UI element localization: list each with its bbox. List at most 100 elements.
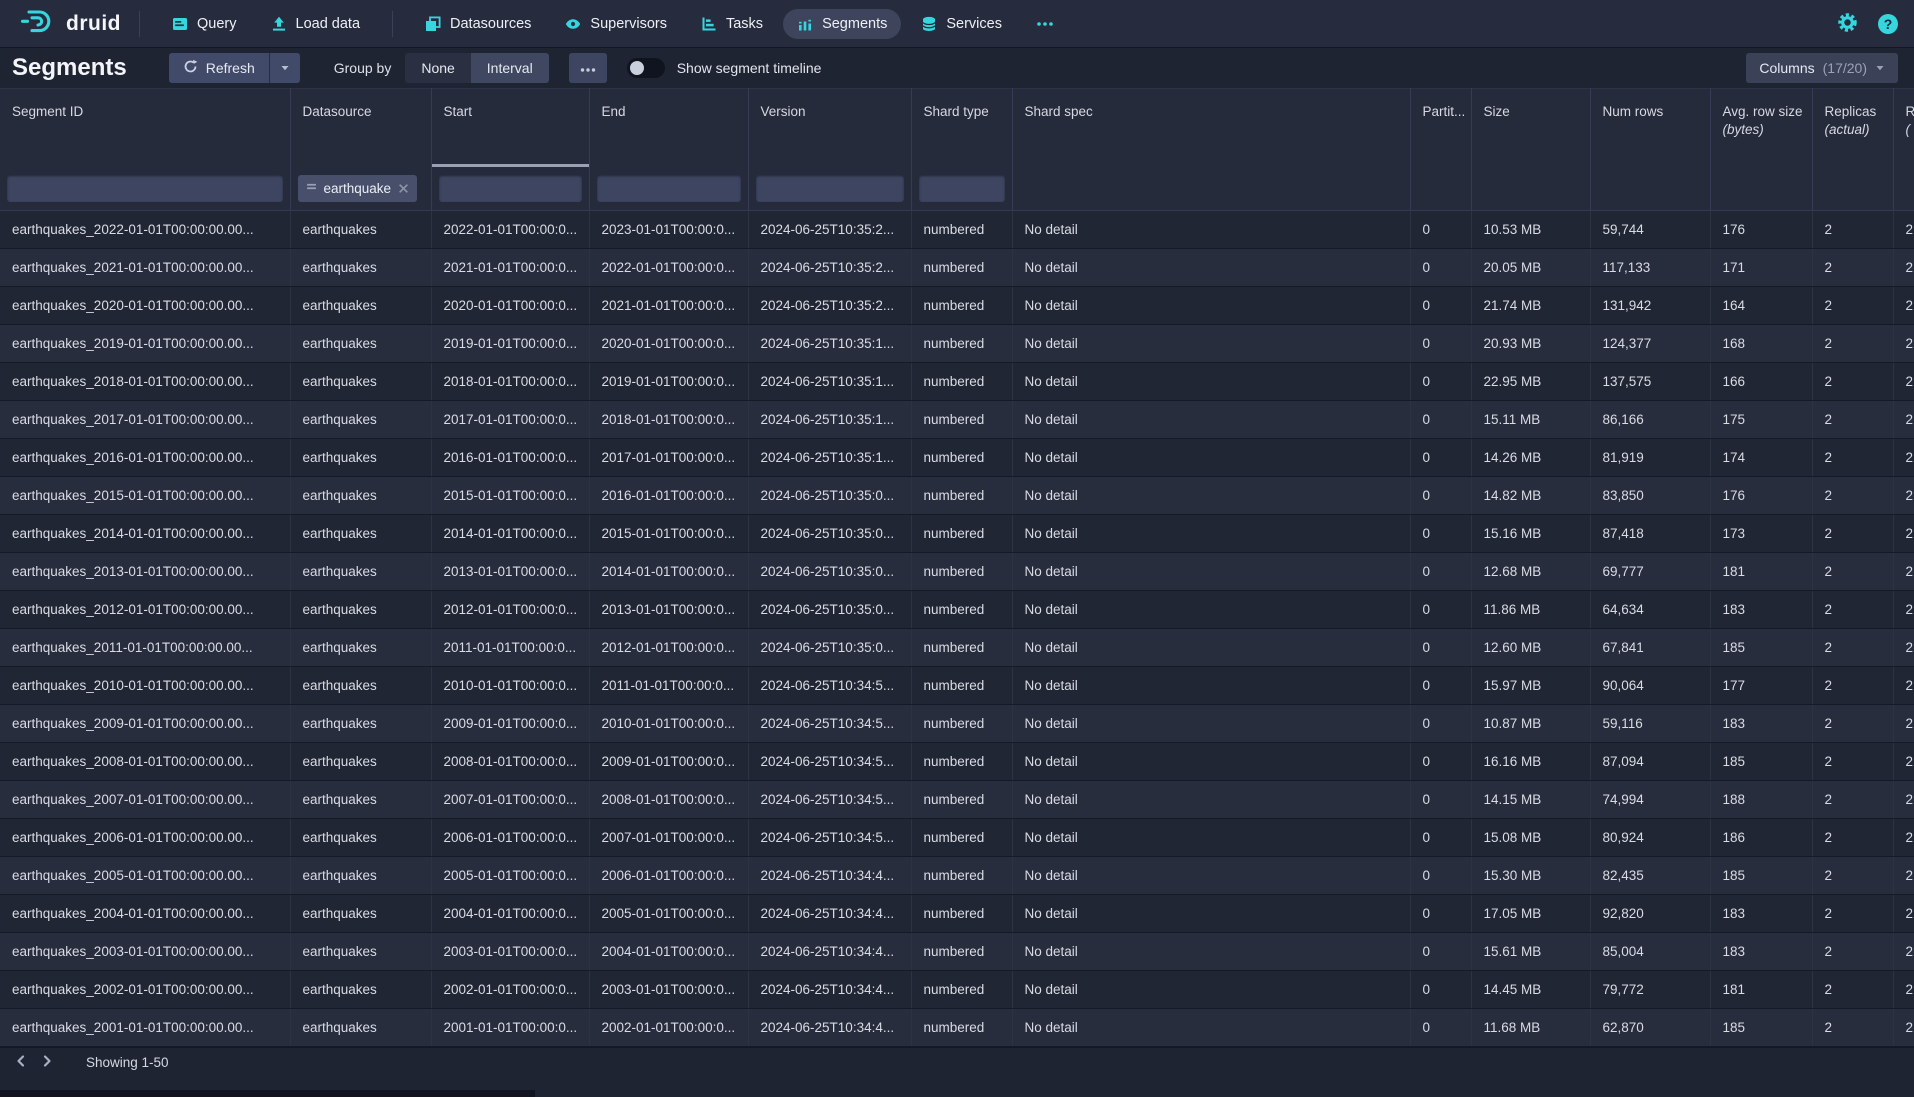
cell-shard-spec: No detail [1012, 667, 1410, 705]
column-header-extra[interactable]: R( [1893, 89, 1914, 167]
filter-input-start[interactable] [439, 175, 582, 202]
filter-row: earthquake [0, 167, 1914, 211]
nav-item-datasources[interactable]: Datasources [411, 9, 545, 39]
filter-cell-replicas [1812, 167, 1893, 211]
group-by-none-button[interactable]: None [405, 53, 470, 83]
column-label: End [602, 104, 740, 119]
cell-start: 2009-01-01T00:00:0... [431, 705, 589, 743]
previous-page-button[interactable] [8, 1050, 34, 1074]
table-row: earthquakes_2003-01-01T00:00:00.00...ear… [0, 933, 1914, 971]
group-by-interval-button[interactable]: Interval [471, 53, 549, 83]
filter-input-shard-type[interactable] [919, 175, 1005, 202]
cell-shard-type: numbered [911, 971, 1012, 1009]
cell-shard-type: numbered [911, 781, 1012, 819]
cell-datasource: earthquakes [290, 743, 431, 781]
cell-segment-id: earthquakes_2011-01-01T00:00:00.00... [0, 629, 290, 667]
nav-divider [392, 11, 393, 37]
nav-item-load-data[interactable]: Load data [257, 9, 375, 39]
cell-extra: 2 [1893, 287, 1914, 325]
gear-icon [1837, 12, 1858, 36]
column-header-datasource[interactable]: Datasource [290, 89, 431, 167]
nav-item-segments[interactable]: Segments [783, 9, 901, 39]
columns-button[interactable]: Columns (17/20) [1746, 53, 1898, 83]
filter-input-end[interactable] [597, 175, 741, 202]
console-icon [172, 16, 188, 32]
filter-input-segment-id[interactable] [7, 175, 283, 202]
refresh-label: Refresh [206, 60, 255, 76]
horizontal-scrollbar-thumb[interactable] [0, 1090, 535, 1097]
nav-item-services[interactable]: Services [907, 9, 1016, 39]
help-icon: ? [1878, 14, 1898, 34]
cell-version: 2024-06-25T10:35:0... [748, 553, 911, 591]
column-header-shard-type[interactable]: Shard type [911, 89, 1012, 167]
help-button[interactable]: ? [1878, 14, 1898, 34]
nav-item-query[interactable]: Query [158, 9, 251, 39]
table-row: earthquakes_2017-01-01T00:00:00.00...ear… [0, 401, 1914, 439]
cell-replicas: 2 [1812, 363, 1893, 401]
nav-item-supervisors[interactable]: Supervisors [551, 9, 681, 39]
more-icon [580, 60, 596, 76]
cell-start: 2016-01-01T00:00:0... [431, 439, 589, 477]
column-header-avg-row-size[interactable]: Avg. row size(bytes) [1710, 89, 1812, 167]
cell-avg-row-size: 185 [1710, 743, 1812, 781]
refresh-caret-button[interactable] [269, 53, 300, 83]
segment-timeline-label: Show segment timeline [677, 60, 822, 76]
column-header-segment-id[interactable]: Segment ID [0, 89, 290, 167]
cell-datasource: earthquakes [290, 933, 431, 971]
cell-shard-spec: No detail [1012, 857, 1410, 895]
refresh-button[interactable]: Refresh [169, 53, 269, 83]
druid-console: druid QueryLoad data DatasourcesSuperviso… [0, 0, 1914, 1097]
cell-end: 2018-01-01T00:00:0... [589, 401, 748, 439]
cell-size: 10.53 MB [1471, 211, 1590, 249]
cell-segment-id: earthquakes_2014-01-01T00:00:00.00... [0, 515, 290, 553]
chevron-right-icon [40, 1054, 54, 1071]
nav-items: QueryLoad data DatasourcesSupervisorsTask… [158, 9, 1068, 39]
column-header-replicas[interactable]: Replicas(actual) [1812, 89, 1893, 167]
settings-button[interactable] [1837, 12, 1858, 36]
cell-shard-type: numbered [911, 401, 1012, 439]
filter-input-version[interactable] [756, 175, 904, 202]
cell-shard-type: numbered [911, 743, 1012, 781]
eye-icon [565, 16, 581, 32]
segment-timeline-toggle[interactable] [627, 58, 665, 78]
nav-divider [139, 11, 140, 37]
bar-chart-icon [797, 16, 813, 32]
cell-version: 2024-06-25T10:34:4... [748, 1009, 911, 1047]
column-header-end[interactable]: End [589, 89, 748, 167]
cell-avg-row-size: 183 [1710, 705, 1812, 743]
nav-item-more[interactable] [1022, 14, 1068, 34]
column-header-num-rows[interactable]: Num rows [1590, 89, 1710, 167]
column-header-version[interactable]: Version [748, 89, 911, 167]
column-header-size[interactable]: Size [1471, 89, 1590, 167]
more-options-button[interactable] [569, 53, 607, 83]
cell-start: 2014-01-01T00:00:0... [431, 515, 589, 553]
table-row: earthquakes_2006-01-01T00:00:00.00...ear… [0, 819, 1914, 857]
cell-num-rows: 117,133 [1590, 249, 1710, 287]
database-icon [921, 16, 937, 32]
cell-datasource: earthquakes [290, 819, 431, 857]
column-header-start[interactable]: Start [431, 89, 589, 167]
cell-extra: 2 [1893, 401, 1914, 439]
caret-down-icon [280, 60, 290, 76]
datasource-filter-chip[interactable]: earthquake [298, 175, 418, 202]
topnav-right: ? [1837, 12, 1898, 36]
cell-extra: 2 [1893, 249, 1914, 287]
cell-num-rows: 83,850 [1590, 477, 1710, 515]
cell-shard-type: numbered [911, 1009, 1012, 1047]
cell-version: 2024-06-25T10:35:2... [748, 287, 911, 325]
column-header-partition[interactable]: Partit... [1410, 89, 1471, 167]
filter-cell-partition [1410, 167, 1471, 211]
cell-segment-id: earthquakes_2012-01-01T00:00:00.00... [0, 591, 290, 629]
remove-filter-icon[interactable] [398, 183, 409, 194]
cell-num-rows: 80,924 [1590, 819, 1710, 857]
cell-start: 2005-01-01T00:00:0... [431, 857, 589, 895]
cell-datasource: earthquakes [290, 325, 431, 363]
table-row: earthquakes_2019-01-01T00:00:00.00...ear… [0, 325, 1914, 363]
cell-num-rows: 81,919 [1590, 439, 1710, 477]
next-page-button[interactable] [34, 1050, 60, 1074]
cell-num-rows: 92,820 [1590, 895, 1710, 933]
nav-item-label: Services [946, 16, 1002, 32]
column-header-shard-spec[interactable]: Shard spec [1012, 89, 1410, 167]
nav-item-tasks[interactable]: Tasks [687, 9, 777, 39]
druid-logo[interactable]: druid [18, 8, 121, 40]
